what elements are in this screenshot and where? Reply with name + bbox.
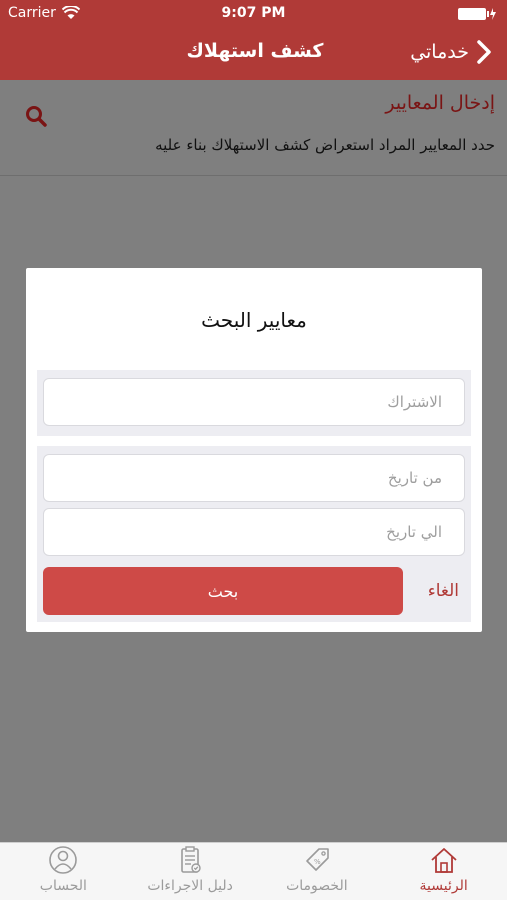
status-time: 9:07 PM [221,5,286,21]
tab-procedures-guide[interactable]: دليل الاجراءات [127,843,254,900]
criteria-description: حدد المعايير المراد استعراض كشف الاستهلا… [155,136,495,154]
tab-bar: الحساب دليل الاجراءات % الخصومات الرئيسي… [0,842,507,900]
discounts-icon: % [306,848,329,871]
battery-icon [458,8,496,20]
criteria-panel: إدخال المعايير حدد المعايير المراد استعر… [0,80,507,176]
criteria-title: إدخال المعايير [385,92,495,114]
svg-text:%: % [314,858,321,866]
tab-home[interactable]: الرئيسية [380,843,507,900]
tab-discounts[interactable]: % الخصومات [254,843,381,900]
search-icon[interactable] [24,104,48,128]
dialog-title: معايير البحث [201,308,307,332]
search-criteria-dialog: معايير البحث الاشتراك من تاريخ الي تاريخ… [26,268,482,632]
page-title: كشف استهلاك [186,40,324,62]
navigation-bar: Carrier 9:07 PM كشف استهلاك خدماتي [0,0,507,80]
tab-label: الخصومات [286,878,348,894]
subscription-group: الاشتراك [37,370,471,436]
tab-label: دليل الاجراءات [147,878,233,894]
back-button[interactable]: خدماتي [410,36,495,68]
tab-account[interactable]: الحساب [0,843,127,900]
home-icon [431,848,457,873]
search-button[interactable]: بحث [43,567,403,615]
account-icon [49,846,78,874]
tab-label: الرئيسية [419,878,468,894]
procedures-guide-icon [181,846,201,873]
status-bar: Carrier 9:07 PM [0,0,507,28]
subscription-field[interactable]: الاشتراك [43,378,465,426]
to-date-field[interactable]: الي تاريخ [43,508,465,556]
chevron-right-icon [477,40,491,64]
date-range-group: من تاريخ الي تاريخ بحث الغاء [37,446,471,622]
cancel-button[interactable]: الغاء [428,581,459,601]
from-date-field[interactable]: من تاريخ [43,454,465,502]
tab-label: الحساب [39,878,87,894]
back-label: خدماتي [410,41,469,63]
